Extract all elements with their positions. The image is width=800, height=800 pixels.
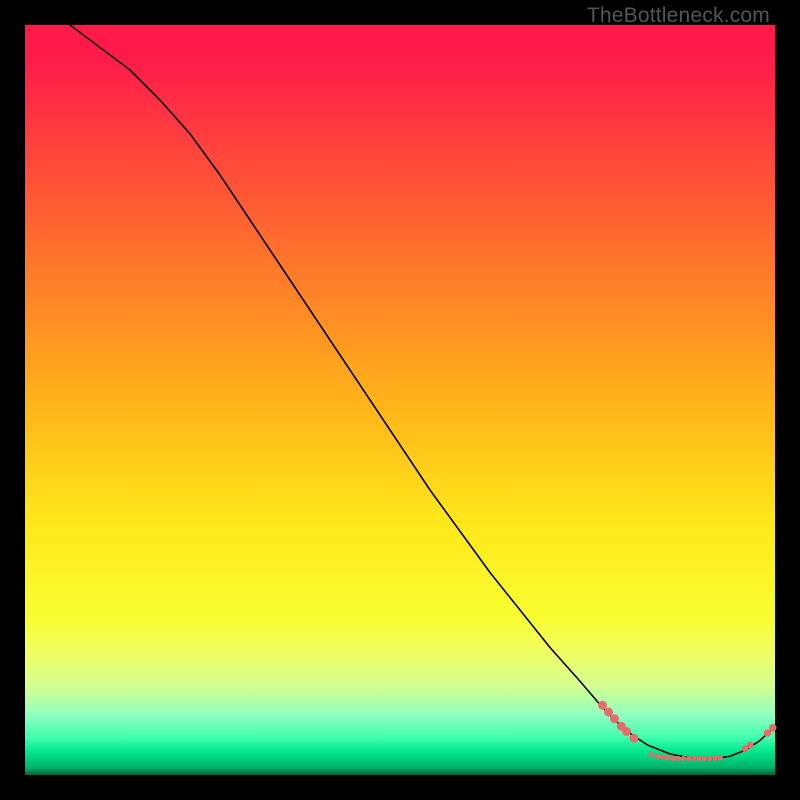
data-marker xyxy=(712,756,717,761)
data-marker xyxy=(702,756,707,761)
data-marker xyxy=(681,756,686,761)
data-marker xyxy=(622,727,631,736)
data-marker xyxy=(604,708,613,717)
data-marker xyxy=(660,754,665,759)
data-marker xyxy=(630,734,639,743)
data-marker xyxy=(691,756,696,761)
plot-area xyxy=(25,25,775,775)
data-marker xyxy=(598,701,607,710)
data-marker xyxy=(686,756,691,761)
chart-frame: TheBottleneck.com xyxy=(0,0,800,800)
data-marker xyxy=(707,756,712,761)
data-marker xyxy=(747,742,754,749)
data-marker xyxy=(655,754,660,759)
data-marker xyxy=(697,756,702,761)
data-marker xyxy=(665,755,670,760)
chart-svg xyxy=(25,25,775,775)
data-marker xyxy=(670,756,675,761)
data-marker xyxy=(610,714,619,723)
data-marker xyxy=(649,752,654,757)
data-marker xyxy=(769,724,777,732)
watermark-text: TheBottleneck.com xyxy=(587,4,770,28)
curve-line xyxy=(70,25,775,759)
data-marker xyxy=(676,756,681,761)
markers-group xyxy=(598,701,777,761)
data-marker xyxy=(718,755,723,760)
